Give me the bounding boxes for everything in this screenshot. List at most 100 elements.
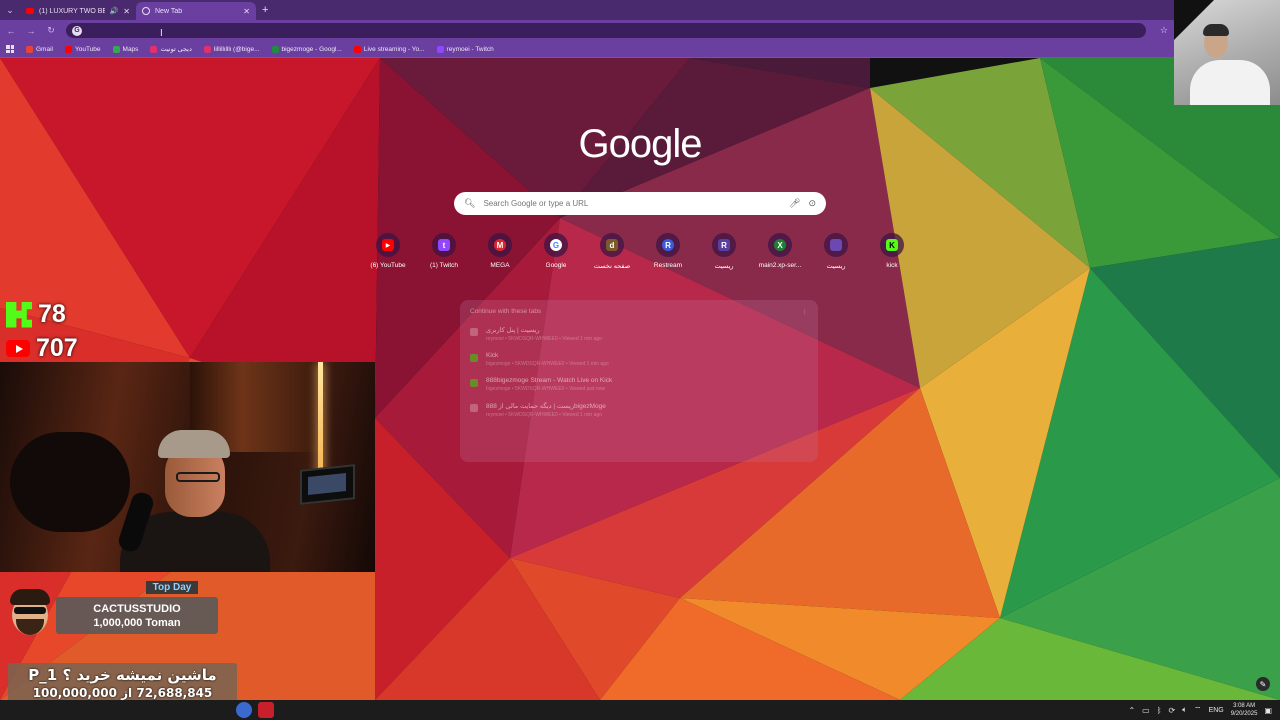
tab-strip: ⌄ (1) LUXURY TWO BEDROOM 🔊 ✕ New Tab ✕ + — [0, 0, 1174, 20]
bookmark-google-sheets[interactable]: bigezmoge - Googl... — [271, 45, 342, 53]
avatar-hair — [10, 589, 50, 605]
continue-tab-name: ریسیت | پنل کاربری — [486, 327, 540, 334]
shortcut-restream[interactable]: R Restream — [640, 233, 696, 270]
shortcut-reset[interactable]: R ریسیت — [696, 233, 752, 270]
bluetooth-icon[interactable]: ᛒ — [1157, 706, 1162, 715]
continue-tab-item[interactable]: ریست | دیگه حمایت مالی از 888bigezMoge re… — [470, 402, 808, 418]
webcam-light-bar — [318, 362, 323, 482]
shortcut-label: صفحه نخست — [593, 263, 631, 270]
restream-icon: R — [662, 239, 674, 251]
shortcut-label: main2.xp-ser... — [758, 262, 802, 269]
shortcut-label: Google — [545, 262, 567, 269]
browser-toolbar: ← → ↻ G ☆ — [0, 20, 1174, 41]
shortcut-youtube[interactable]: ▶ (6) YouTube — [360, 233, 416, 270]
sheets-icon — [271, 45, 279, 53]
apps-grid-icon[interactable] — [6, 45, 14, 53]
bookmark-instagram[interactable]: دیجی تونیت — [150, 45, 192, 53]
shortcut-tile: t — [432, 233, 456, 257]
bookmarks-bar: Gmail YouTube Maps دیجی تونیت lillillιll… — [0, 41, 1174, 58]
reset-r-icon: R — [718, 239, 730, 251]
google-search-box[interactable]: 🔍︎ 🎤︎ ⊙ — [454, 192, 826, 215]
clock-time: 3:08 AM — [1233, 703, 1256, 709]
shortcut-tile: d — [600, 233, 624, 257]
instagram-icon — [150, 45, 158, 53]
google-g-icon: G — [72, 25, 82, 36]
shortcut-label: MEGA — [490, 262, 510, 269]
youtube-logo-icon — [6, 340, 30, 357]
close-tab-icon[interactable]: ✕ — [243, 7, 250, 16]
shortcut-homepage[interactable]: d صفحه نخست — [584, 233, 640, 270]
continue-tab-meta: reymoei • 5KWDSQR-WHWEE0 • Viewed 1 min … — [486, 336, 602, 342]
shortcut-label: Restream — [653, 262, 683, 269]
bookmark-twitch[interactable]: reymoei - Twitch — [436, 45, 494, 53]
continue-tab-name: ریست | دیگه حمایت مالی از 888bigezMoge — [486, 403, 606, 410]
reload-icon[interactable]: ↻ — [46, 25, 56, 36]
bookmark-youtube[interactable]: YouTube — [64, 45, 101, 53]
maps-icon — [112, 45, 120, 53]
bookmark-label: YouTube — [74, 45, 101, 53]
shortcut-main2[interactable]: X main2.xp-ser... — [752, 233, 808, 270]
address-bar[interactable]: G — [66, 23, 1146, 38]
gmail-icon — [26, 45, 33, 53]
page-favicon-icon — [470, 328, 478, 336]
tab-new-tab[interactable]: New Tab ✕ — [136, 2, 256, 20]
new-tab-button[interactable]: + — [262, 4, 268, 16]
text-cursor-icon: I — [160, 28, 163, 39]
continue-card-title: Continue with these tabs — [470, 308, 542, 315]
bookmark-label: Gmail — [36, 45, 53, 53]
chrome-taskbar-icon[interactable] — [236, 702, 252, 718]
lens-camera-icon[interactable]: ⊙ — [808, 198, 816, 209]
close-tab-icon[interactable]: ✕ — [123, 7, 130, 16]
continue-tab-name: 888bigezmoge Stream - Watch Live on Kick — [486, 377, 613, 384]
tab-search-button[interactable]: ⌄ — [0, 0, 20, 20]
youtube-icon — [353, 45, 361, 53]
chevron-up-icon[interactable]: ⌃ — [1128, 706, 1135, 715]
donor-name: CACTUSSTUDIO — [93, 602, 181, 615]
back-arrow-icon[interactable]: ← — [6, 26, 16, 36]
shortcut-tile: ▶ — [376, 233, 400, 257]
bookmark-instagram-bige[interactable]: lillillιlllι (@bige... — [203, 45, 260, 53]
bookmark-star-icon[interactable]: ☆ — [1160, 25, 1168, 36]
forward-arrow-icon[interactable]: → — [26, 26, 36, 36]
notification-icon[interactable]: ▣ — [1264, 706, 1272, 715]
google-search-input[interactable] — [483, 199, 782, 208]
customize-pencil-icon[interactable]: ✎ — [1256, 677, 1270, 691]
wifi-icon[interactable]: ⌔ — [1194, 705, 1202, 715]
shortcut-label: ریسیت — [826, 263, 846, 270]
shortcut-tile: K — [880, 233, 904, 257]
speaker-icon[interactable]: 🔊 — [110, 7, 119, 15]
twitch-icon — [436, 45, 444, 53]
language-indicator[interactable]: ENG — [1209, 707, 1224, 714]
google-g-icon: G — [550, 239, 562, 251]
continue-tabs-card: Continue with these tabs ⋮ ریسیت | پنل ک… — [460, 300, 818, 462]
shortcut-mega[interactable]: M MEGA — [472, 233, 528, 270]
youtube-icon: ▶ — [382, 239, 394, 251]
shortcut-reset-2[interactable]: ریسیت — [808, 233, 864, 270]
bookmark-gmail[interactable]: Gmail — [26, 45, 53, 53]
bookmark-label: lillillιlllι (@bige... — [213, 45, 260, 53]
shortcut-kick[interactable]: K kick — [864, 233, 920, 270]
kick-viewer-counter: 78 — [6, 300, 66, 329]
clock[interactable]: 3:08 AM 9/20/2025 — [1231, 702, 1258, 718]
reset-icon — [830, 239, 842, 251]
shortcut-google[interactable]: G Google — [528, 233, 584, 270]
windows-taskbar: ⌃ ▭ ᛒ ⟳ 🔈︎ ⌔ ENG 3:08 AM 9/20/2025 ▣ — [0, 700, 1280, 720]
microphone-icon[interactable]: 🎤︎ — [789, 198, 800, 209]
bookmark-live-streaming[interactable]: Live streaming - Yo... — [353, 45, 425, 53]
network-icon[interactable]: ▭ — [1142, 706, 1150, 715]
vivaldi-taskbar-icon[interactable] — [258, 702, 274, 718]
continue-tab-item[interactable]: Kick bigezmoge • 5KWDSQR-WHWEE0 • Viewed … — [470, 352, 808, 367]
speaker-icon[interactable]: 🔈︎ — [1182, 705, 1187, 715]
bookmark-maps[interactable]: Maps — [112, 45, 139, 53]
streamer-glasses — [176, 472, 220, 482]
tab-luxury[interactable]: (1) LUXURY TWO BEDROOM 🔊 ✕ — [20, 2, 136, 20]
continue-tab-item[interactable]: ریسیت | پنل کاربری reymoei • 5KWDSQR-WHWE… — [470, 326, 808, 342]
continue-tab-item[interactable]: 888bigezmoge Stream - Watch Live on Kick… — [470, 377, 808, 392]
address-input[interactable] — [88, 26, 1140, 35]
sync-icon[interactable]: ⟳ — [1169, 706, 1176, 715]
streamer-webcam-feed — [0, 362, 375, 572]
shortcut-twitch[interactable]: t (1) Twitch — [416, 233, 472, 270]
more-options-icon[interactable]: ⋮ — [802, 308, 809, 316]
youtube-favicon-icon — [26, 8, 34, 14]
bookmark-label: Maps — [122, 45, 139, 53]
